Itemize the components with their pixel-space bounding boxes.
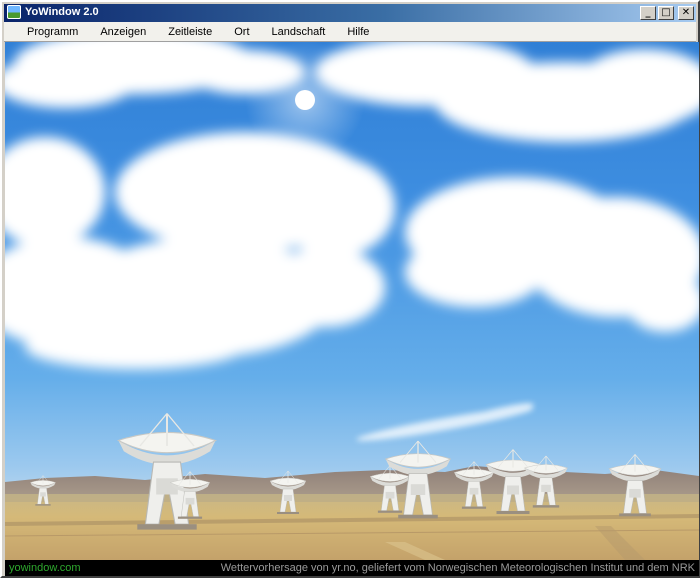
app-icon (7, 5, 21, 19)
close-button[interactable]: ✕ (678, 6, 694, 20)
maximize-button[interactable]: □ (658, 6, 674, 20)
window-controls: _ □ ✕ (640, 6, 694, 20)
forecast-credit[interactable]: Wettervorhersage von yr.no, geliefert vo… (221, 562, 695, 574)
title-bar[interactable]: YoWindow 2.0 _ □ ✕ (4, 4, 696, 22)
minimize-button[interactable]: _ (640, 6, 656, 20)
app-window: YoWindow 2.0 _ □ ✕ Programm Anzeigen Zei… (0, 0, 700, 578)
yowindow-link[interactable]: yowindow.com (9, 562, 81, 574)
status-bar: yowindow.com Wettervorhersage von yr.no,… (5, 560, 699, 576)
window-title: YoWindow 2.0 (25, 6, 99, 18)
menu-hilfe[interactable]: Hilfe (336, 26, 380, 38)
menu-programm[interactable]: Programm (16, 26, 89, 38)
menu-zeitleiste[interactable]: Zeitleiste (157, 26, 223, 38)
weather-scene[interactable] (5, 42, 699, 560)
cloud-icon (5, 42, 699, 369)
menu-ort[interactable]: Ort (223, 26, 260, 38)
menu-landschaft[interactable]: Landschaft (261, 26, 337, 38)
menu-anzeigen[interactable]: Anzeigen (89, 26, 157, 38)
menu-bar: Programm Anzeigen Zeitleiste Ort Landsch… (4, 22, 696, 42)
landscape-view (5, 42, 699, 560)
